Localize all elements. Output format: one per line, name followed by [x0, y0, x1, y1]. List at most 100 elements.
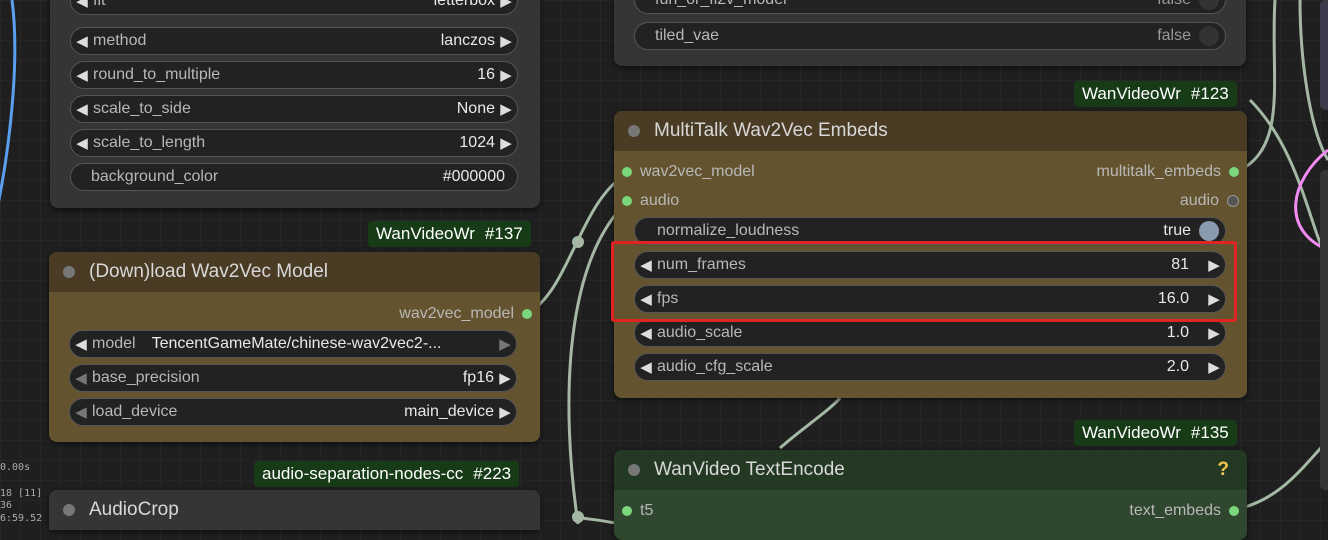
- output-label: multitalk_embeds: [1096, 163, 1222, 180]
- node-title-bar[interactable]: (Down)load Wav2Vec Model: [49, 252, 540, 292]
- node-title-bar[interactable]: MultiTalk Wav2Vec Embeds: [614, 111, 1247, 151]
- collapse-dot-icon[interactable]: [628, 464, 640, 476]
- input-slot[interactable]: audio: [622, 192, 679, 210]
- decrement-arrow-icon[interactable]: ◀: [71, 100, 93, 118]
- input-label: audio: [640, 192, 680, 209]
- widget-label: scale_to_side: [93, 100, 191, 117]
- increment-arrow-icon[interactable]: ▶: [495, 134, 517, 152]
- widget-model[interactable]: ◀ model TencentGameMate/chinese-wav2vec2…: [69, 330, 517, 358]
- increment-arrow-icon[interactable]: ▶: [1203, 324, 1225, 342]
- output-slot[interactable]: wav2vec_model: [399, 305, 532, 323]
- stats-text: 36: [0, 500, 13, 511]
- help-icon[interactable]: ?: [1217, 459, 1229, 481]
- node-title-bar[interactable]: AudioCrop: [49, 490, 540, 530]
- input-slot[interactable]: wav2vec_model: [622, 163, 755, 181]
- toggle-switch-icon[interactable]: [1199, 221, 1219, 241]
- decrement-arrow-icon[interactable]: ◀: [635, 324, 657, 342]
- widget-value: 1.0: [1166, 324, 1189, 341]
- decrement-arrow-icon[interactable]: ◀: [71, 32, 93, 50]
- decrement-arrow-icon[interactable]: ◀: [635, 358, 657, 376]
- widget-label: method: [93, 32, 147, 49]
- input-label: t5: [640, 502, 654, 519]
- widget-value: main_device: [404, 403, 494, 420]
- widget-label: background_color: [91, 168, 219, 185]
- decrement-arrow-icon[interactable]: ◀: [71, 0, 93, 10]
- highlight-box: [611, 241, 1237, 322]
- decrement-arrow-icon[interactable]: ◀: [70, 335, 92, 353]
- decrement-arrow-icon[interactable]: ◀: [70, 369, 92, 387]
- link-reroute-dot: [572, 511, 584, 523]
- input-dot-icon[interactable]: [622, 196, 632, 206]
- link-reroute-dot: [572, 236, 584, 248]
- node-title-bar[interactable]: WanVideo TextEncode ?: [614, 450, 1247, 490]
- widget-background-color[interactable]: background_color #000000: [70, 163, 518, 191]
- increment-arrow-icon[interactable]: ▶: [494, 369, 516, 387]
- increment-arrow-icon[interactable]: ▶: [495, 100, 517, 118]
- increment-arrow-icon[interactable]: ▶: [494, 403, 516, 421]
- widget-label: fit: [93, 0, 106, 9]
- increment-arrow-icon[interactable]: ▶: [494, 335, 516, 353]
- link-wire: [778, 397, 842, 450]
- widget-value: false: [1157, 27, 1191, 44]
- output-dot-icon[interactable]: [1229, 167, 1239, 177]
- widget-audio-cfg-scale[interactable]: ◀ audio_cfg_scale 2.0 ▶: [634, 353, 1226, 381]
- widget-fit[interactable]: ◀ fit letterbox ▶: [70, 0, 518, 15]
- widget-label: audio_cfg_scale: [657, 358, 773, 375]
- output-dot-icon[interactable]: [522, 309, 532, 319]
- output-slot[interactable]: text_embeds: [1129, 502, 1239, 520]
- widget-value: fp16: [462, 369, 494, 386]
- badge-id: #223: [473, 464, 512, 483]
- widget-label: fun_or_fl2v_model: [655, 0, 787, 9]
- decrement-arrow-icon[interactable]: ◀: [71, 134, 93, 152]
- widget-value: 2.0: [1166, 358, 1189, 375]
- collapse-dot-icon[interactable]: [63, 504, 75, 516]
- widget-value: TencentGameMate/chinese-wav2vec2-...: [151, 335, 442, 352]
- output-dot-icon[interactable]: [1227, 195, 1239, 207]
- widget-scale-to-side[interactable]: ◀ scale_to_side None ▶: [70, 95, 518, 123]
- widget-audio-scale[interactable]: ◀ audio_scale 1.0 ▶: [634, 319, 1226, 347]
- widget-value: None: [456, 100, 495, 117]
- audiocrop-node[interactable]: AudioCrop: [49, 490, 540, 530]
- widget-tiled-vae[interactable]: tiled_vae false: [634, 22, 1226, 50]
- decrement-arrow-icon[interactable]: ◀: [70, 403, 92, 421]
- collapse-dot-icon[interactable]: [63, 266, 75, 278]
- widget-round-to-multiple[interactable]: ◀ round_to_multiple 16 ▶: [70, 61, 518, 89]
- increment-arrow-icon[interactable]: ▶: [495, 0, 517, 10]
- output-dot-icon[interactable]: [1229, 506, 1239, 516]
- toggle-switch-icon[interactable]: [1199, 26, 1219, 46]
- widget-load-device[interactable]: ◀ load_device main_device ▶: [69, 398, 517, 426]
- resize-node[interactable]: ◀ fit letterbox ▶ ◀ method lanczos ▶ ◀ r…: [50, 0, 540, 208]
- badge-id: #137: [484, 224, 523, 243]
- widget-label: base_precision: [92, 369, 200, 386]
- increment-arrow-icon[interactable]: ▶: [495, 32, 517, 50]
- toggle-switch-icon[interactable]: [1199, 0, 1219, 10]
- increment-arrow-icon[interactable]: ▶: [495, 66, 517, 84]
- link-wire: [0, 0, 17, 202]
- load-wav2vec-node[interactable]: (Down)load Wav2Vec Model wav2vec_model ◀…: [49, 252, 540, 442]
- input-slot[interactable]: t5: [622, 502, 653, 520]
- badge-name: audio-separation-nodes-cc: [262, 464, 464, 483]
- widget-label: model: [92, 335, 136, 352]
- link-wire: [1233, 438, 1328, 512]
- node-title: MultiTalk Wav2Vec Embeds: [654, 120, 888, 141]
- widget-label: scale_to_length: [93, 134, 206, 151]
- textencode-node[interactable]: WanVideo TextEncode ? t5 text_embeds: [614, 450, 1247, 540]
- wanvideo-model-node[interactable]: fun_or_fl2v_model false tiled_vae false: [614, 0, 1246, 66]
- link-wire: [1248, 98, 1328, 261]
- widget-scale-to-length[interactable]: ◀ scale_to_length 1024 ▶: [70, 129, 518, 157]
- output-slot[interactable]: multitalk_embeds: [1096, 163, 1239, 181]
- widget-fun-or-fl2v-model[interactable]: fun_or_fl2v_model false: [634, 0, 1226, 14]
- widget-method[interactable]: ◀ method lanczos ▶: [70, 27, 518, 55]
- widget-value: 1024: [459, 134, 495, 151]
- input-dot-icon[interactable]: [622, 506, 632, 516]
- output-slot[interactable]: audio: [1180, 192, 1239, 210]
- badge-id: #123: [1190, 84, 1229, 103]
- node-badge: WanVideoWr #137: [368, 221, 531, 247]
- widget-base-precision[interactable]: ◀ base_precision fp16 ▶: [69, 364, 517, 392]
- decrement-arrow-icon[interactable]: ◀: [71, 66, 93, 84]
- increment-arrow-icon[interactable]: ▶: [1203, 358, 1225, 376]
- node-title: WanVideo TextEncode: [654, 459, 845, 480]
- input-dot-icon[interactable]: [622, 167, 632, 177]
- collapse-dot-icon[interactable]: [628, 125, 640, 137]
- widget-value: letterbox: [433, 0, 495, 9]
